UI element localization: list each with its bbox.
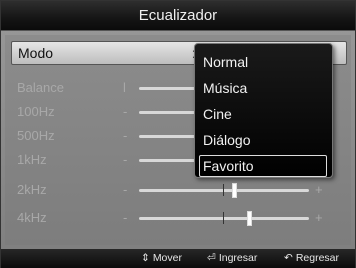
- footer-move: ⇕ Mover: [141, 249, 182, 268]
- setting-label: Balance: [17, 80, 64, 95]
- dropdown-option-favorito[interactable]: Favorito: [199, 155, 327, 177]
- minus-marker: -: [123, 104, 128, 119]
- setting-label: 2kHz: [17, 182, 47, 197]
- footer-enter: ⏎ Ingresar: [207, 249, 257, 268]
- return-icon: ↶: [284, 252, 293, 264]
- slider-thumb[interactable]: [247, 211, 252, 226]
- footer-back-label: Regresar: [295, 252, 339, 264]
- slider-center-mark: [223, 212, 224, 224]
- dropdown-option-normal[interactable]: Normal: [199, 51, 327, 73]
- dropdown-option-musica[interactable]: Música: [199, 77, 327, 99]
- setting-row-2khz[interactable]: 2kHz - +: [11, 179, 347, 201]
- equalizer-panel: Ecualizador Modo : Balance l 100Hz - 500…: [0, 0, 356, 268]
- setting-label: 500Hz: [17, 128, 55, 143]
- enter-icon: ⏎: [207, 252, 216, 264]
- slider-center-mark: [223, 184, 224, 196]
- dropdown-option-cine[interactable]: Cine: [199, 103, 327, 125]
- left-marker: l: [123, 80, 126, 95]
- setting-row-4khz[interactable]: 4kHz - +: [11, 207, 347, 229]
- mode-label: Modo: [18, 45, 54, 61]
- footer-back: ↶ Regresar: [284, 249, 339, 268]
- slider-track[interactable]: [139, 217, 309, 220]
- minus-marker: -: [123, 210, 128, 225]
- footer-move-label: Mover: [152, 252, 182, 264]
- footer-bar: ⇕ Mover ⏎ Ingresar ↶ Regresar: [1, 249, 355, 268]
- minus-marker: -: [123, 128, 128, 143]
- plus-marker: +: [315, 182, 323, 197]
- dropdown-option-dialogo[interactable]: Diálogo: [199, 129, 327, 151]
- setting-label: 4kHz: [17, 210, 47, 225]
- up-down-arrow-icon: ⇕: [141, 252, 150, 264]
- slider-thumb[interactable]: [231, 183, 237, 198]
- minus-marker: -: [123, 152, 128, 167]
- footer-enter-label: Ingresar: [218, 252, 258, 264]
- page-title: Ecualizador: [1, 1, 355, 31]
- mode-dropdown[interactable]: Normal Música Cine Diálogo Favorito: [194, 43, 333, 178]
- setting-label: 1kHz: [17, 152, 47, 167]
- plus-marker: +: [315, 210, 323, 225]
- slider-track[interactable]: [139, 189, 309, 192]
- setting-label: 100Hz: [17, 104, 55, 119]
- minus-marker: -: [123, 182, 128, 197]
